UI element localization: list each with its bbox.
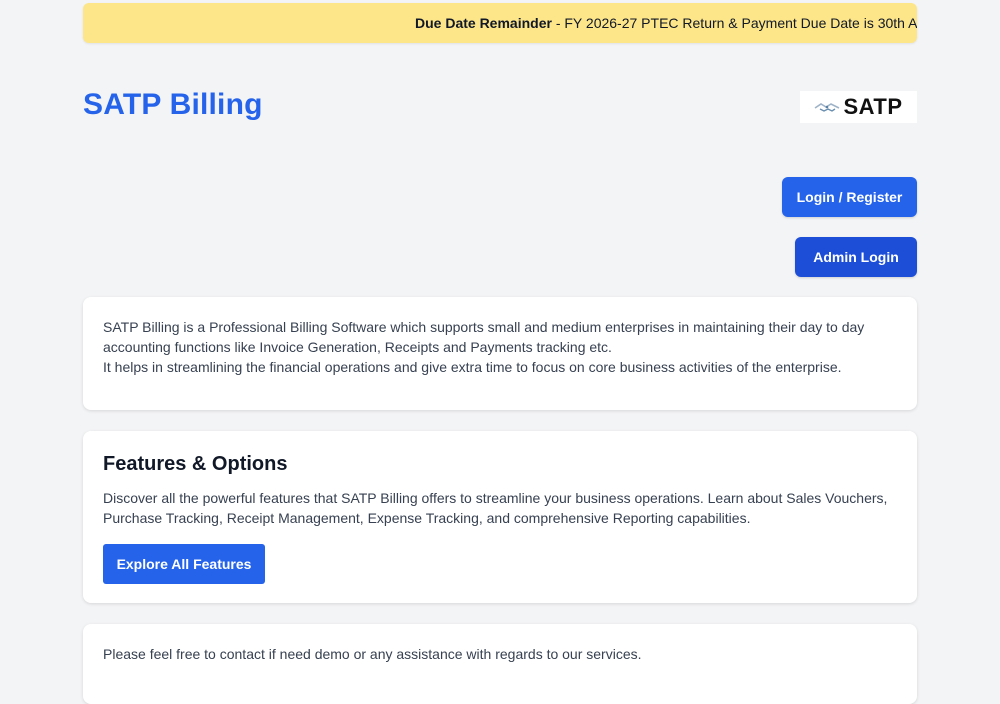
login-register-button[interactable]: Login / Register [782,177,917,217]
satp-logo: SATP [800,91,917,123]
features-title: Features & Options [103,453,288,475]
intro-card: SATP Billing is a Professional Billing S… [83,297,917,410]
announcement-label: Due Date Remainder [415,15,552,31]
admin-login-button[interactable]: Admin Login [795,237,917,277]
intro-paragraph-2: It helps in streamlining the financial o… [103,359,842,375]
announcement-text: Due Date Remainder - FY 2026-27 PTEC Ret… [415,15,917,31]
explore-features-button[interactable]: Explore All Features [103,544,265,584]
contact-card: Please feel free to contact if need demo… [83,624,917,704]
intro-paragraph-1: SATP Billing is a Professional Billing S… [103,319,865,355]
logo-text: SATP [843,94,903,119]
contact-text: Please feel free to contact if need demo… [103,646,642,662]
announcement-message: - FY 2026-27 PTEC Return & Payment Due D… [551,15,917,31]
due-date-announcement-banner: Due Date Remainder - FY 2026-27 PTEC Ret… [83,3,917,43]
app-title: SATP Billing [83,88,263,121]
features-card: Features & Options Discover all the powe… [83,431,917,603]
features-description: Discover all the powerful features that … [103,490,888,526]
handshake-icon [815,103,840,112]
